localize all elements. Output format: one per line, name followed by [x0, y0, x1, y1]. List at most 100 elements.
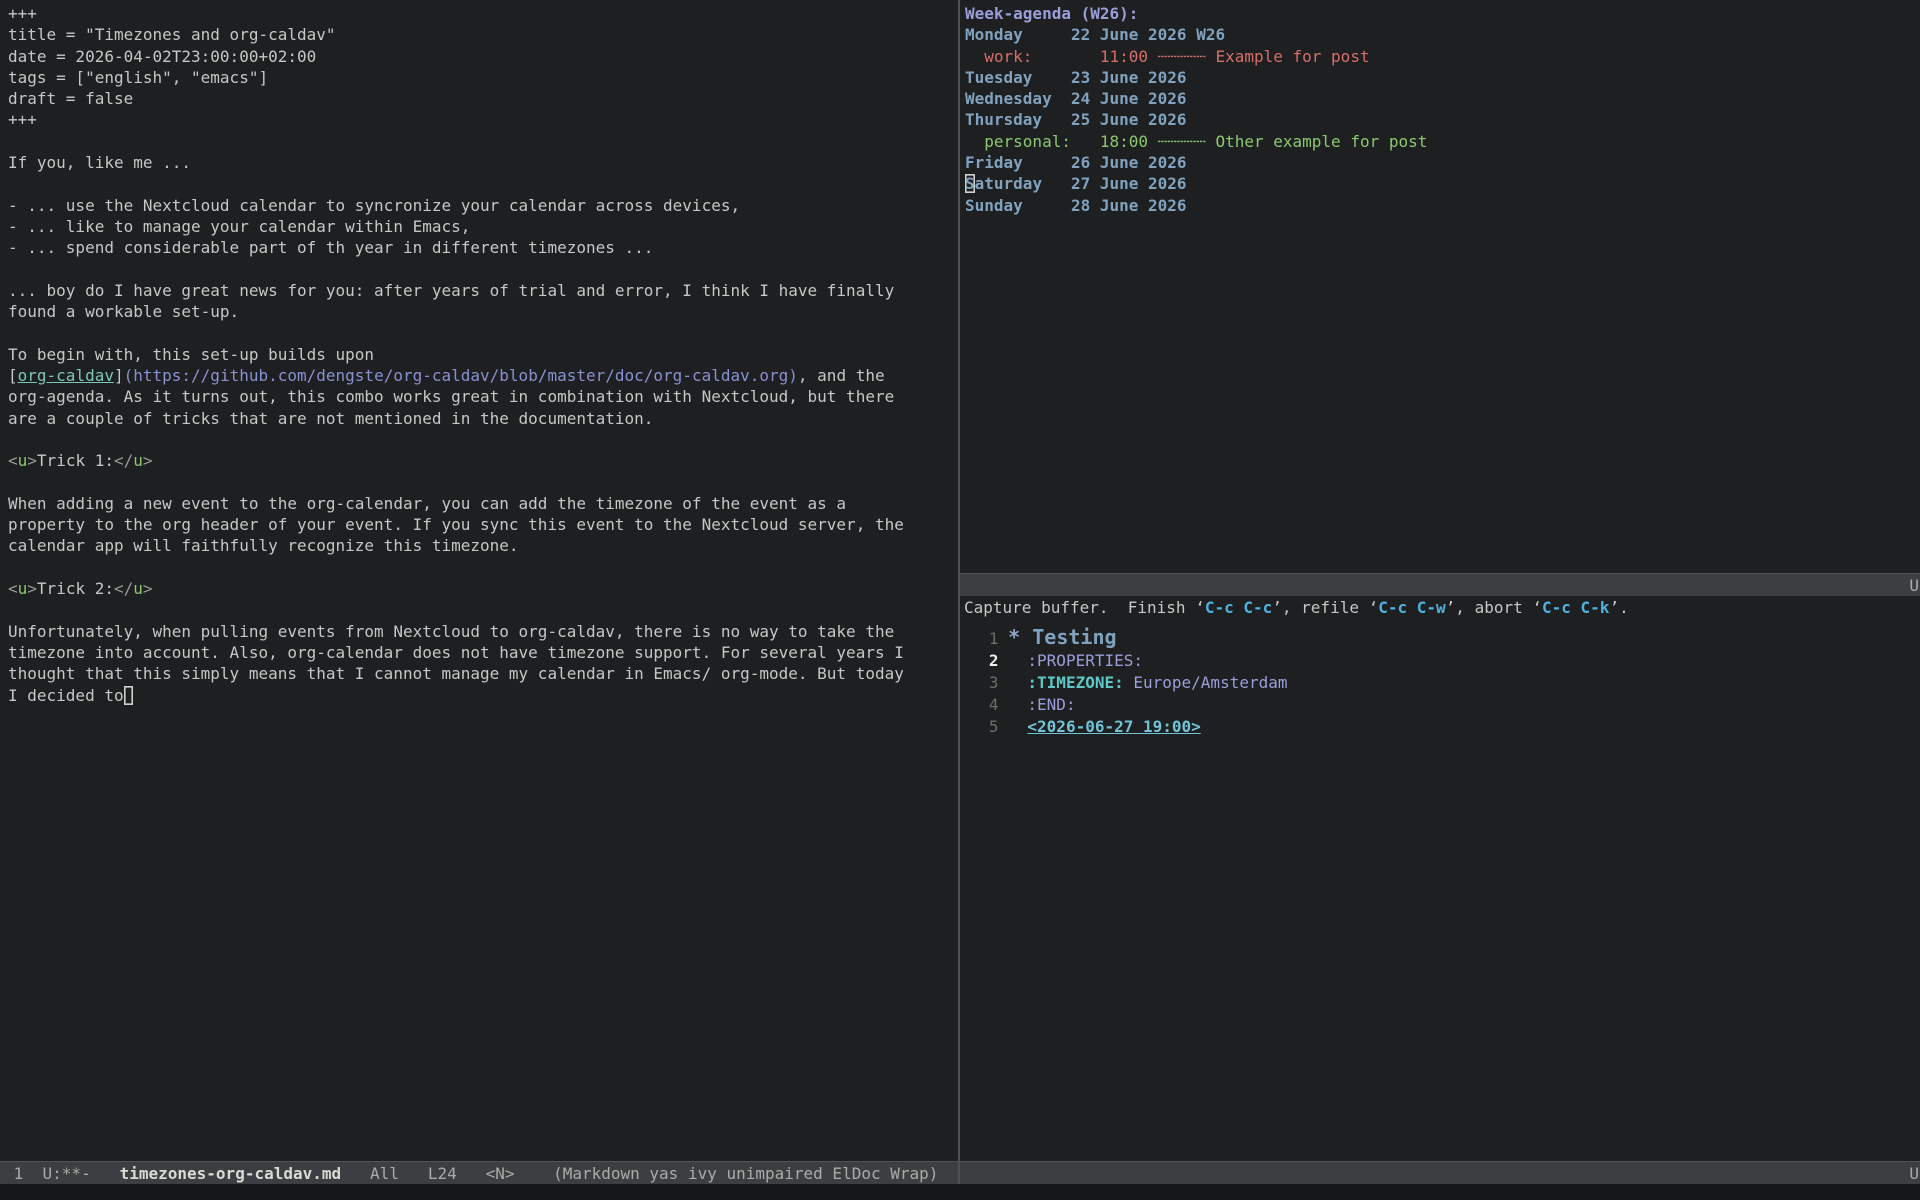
org-agenda-buffer[interactable]: Week-agenda (W26):Monday 22 June 2026 W2… [960, 0, 1920, 573]
buffer-line: Thursday 25 June 2026 [965, 109, 1920, 130]
markdown-modeline[interactable]: 1 U:**- timezones-org-caldav.md All L24 … [0, 1161, 958, 1184]
buffer-line: [org-caldav](https://github.com/dengste/… [8, 365, 958, 386]
buffer-line [8, 557, 958, 578]
text-segment: Europe/Amsterdam [1124, 673, 1288, 692]
buffer-line: ... boy do I have great news for you: af… [8, 280, 958, 301]
buffer-line: If you, like me ... [8, 152, 958, 173]
buffer-line [8, 599, 958, 620]
text-segment: > [143, 451, 153, 470]
text-segment: <2026-06-27 19:00> [1027, 717, 1200, 736]
buffer-line: 4 :END: [960, 694, 1920, 716]
text-segment: - ... spend considerable part of th year… [8, 238, 653, 257]
text-segment: < [8, 451, 18, 470]
buffer-line: thought that this simply means that I ca… [8, 663, 958, 684]
buffer-line: Sunday 28 June 2026 [965, 195, 1920, 216]
capture-modeline[interactable]: 3 U:**- CAPTURE-amor.org All L2 <N> (Org… [960, 1161, 1920, 1184]
text-segment: u [18, 579, 28, 598]
buffer-line: When adding a new event to the org-calen… [8, 493, 958, 514]
text-segment: ’, refile ‘ [1272, 598, 1378, 617]
buffer-line [8, 259, 958, 280]
text-segment: ] [114, 366, 124, 385]
buffer-line: Monday 22 June 2026 W26 [965, 24, 1920, 45]
buffer-line: Tuesday 23 June 2026 [965, 67, 1920, 88]
capture-header-line: Capture buffer. Finish ‘C-c C-c’, refile… [960, 596, 1920, 620]
text-segment: aturday 27 June 2026 [975, 174, 1187, 193]
minibuffer-echo-area[interactable] [0, 1184, 1920, 1200]
text-segment: property to the org header of your event… [8, 515, 904, 534]
buffer-line: 3 :TIMEZONE: Europe/Amsterdam [960, 672, 1920, 694]
markdown-buffer[interactable]: +++title = "Timezones and org-caldav"dat… [0, 0, 958, 1161]
text-segment: +++ [8, 4, 37, 23]
text-segment: :PROPERTIES: [1008, 651, 1143, 670]
text-segment: Unfortunately, when pulling events from … [8, 622, 894, 641]
buffer-line: - ... like to manage your calendar withi… [8, 216, 958, 237]
text-segment: u [18, 451, 28, 470]
text-segment: Trick 1: [37, 451, 114, 470]
buffer-line: Friday 26 June 2026 [965, 152, 1920, 173]
text-segment: - ... like to manage your calendar withi… [8, 217, 470, 236]
text-segment: thought that this simply means that I ca… [8, 664, 904, 683]
buffer-line: Saturday 27 June 2026 [965, 173, 1920, 194]
text-segment: are a couple of tricks that are not ment… [8, 409, 653, 428]
buffer-line: 2 :PROPERTIES: [960, 650, 1920, 672]
text-segment: Sunday 28 June 2026 [965, 196, 1187, 215]
text-segment: All L24 <N> (Markdown yas ivy unimpaired… [341, 1164, 938, 1183]
text-segment: To begin with, this set-up builds upon [8, 345, 374, 364]
line-number: 1 [960, 626, 999, 652]
buffer-line: 1 * Testing [960, 624, 1920, 650]
text-segment [1008, 717, 1027, 736]
buffer-line: property to the org header of your event… [8, 514, 958, 535]
text-segment: timezone into account. Also, org-calenda… [8, 643, 904, 662]
text-segment: Wednesday 24 June 2026 [965, 89, 1187, 108]
buffer-line: org-agenda. As it turns out, this combo … [8, 386, 958, 407]
text-segment: u [133, 579, 143, 598]
buffer-line: draft = false [8, 88, 958, 109]
buffer-line: +++ [8, 109, 958, 130]
buffer-line: found a workable set-up. [8, 301, 958, 322]
agenda-modeline-right: U [1909, 574, 1919, 596]
text-segment: 1 U:**- [4, 1164, 120, 1183]
buffer-line: calendar app will faithfully recognize t… [8, 535, 958, 556]
text-segment: Thursday 25 June 2026 [965, 110, 1187, 129]
text-segment: > [27, 451, 37, 470]
buffer-line: 5 <2026-06-27 19:00> [960, 716, 1920, 738]
capture-buffer[interactable]: 1 * Testing2 :PROPERTIES:3 :TIMEZONE: Eur… [960, 620, 1920, 1161]
text-segment: - ... use the Nextcloud calendar to sync… [8, 196, 740, 215]
text-segment: tags = ["english", "emacs"] [8, 68, 268, 87]
text-segment: Testing [1032, 625, 1116, 649]
buffer-line: <u>Trick 2:</u> [8, 578, 958, 599]
text-segment: </ [114, 451, 133, 470]
text-segment: Tuesday 23 June 2026 [965, 68, 1187, 87]
text-segment: < [8, 579, 18, 598]
buffer-line: timezone into account. Also, org-calenda… [8, 642, 958, 663]
text-segment: C-c C-k [1542, 598, 1609, 617]
text-segment [1008, 673, 1027, 692]
buffer-line: are a couple of tricks that are not ment… [8, 408, 958, 429]
left-window-column: +++title = "Timezones and org-caldav"dat… [0, 0, 960, 1184]
text-segment: date = 2026-04-02T23:00:00+02:00 [8, 47, 316, 66]
capture-modeline-right: U [1909, 1162, 1919, 1184]
buffer-line: <u>Trick 1:</u> [8, 450, 958, 471]
text-segment: +++ [8, 110, 37, 129]
buffer-line: +++ [8, 3, 958, 24]
text-segment: , and the [798, 366, 885, 385]
text-segment: found a workable set-up. [8, 302, 239, 321]
text-segment: personal: 18:00 ┄┄┄┄┄ Other example for … [965, 132, 1427, 151]
buffer-line: Unfortunately, when pulling events from … [8, 621, 958, 642]
buffer-line: - ... spend considerable part of th year… [8, 237, 958, 258]
buffer-line: - ... use the Nextcloud calendar to sync… [8, 195, 958, 216]
agenda-modeline[interactable]: 2 U:%*- *Org Agenda(a)* All L9 <N> (Org-… [960, 573, 1920, 596]
buffer-line [8, 131, 958, 152]
buffer-line: Week-agenda (W26): [965, 3, 1920, 24]
text-segment: [ [8, 366, 18, 385]
buffer-line: work: 11:00 ┄┄┄┄┄ Example for post [965, 46, 1920, 67]
text-segment: (https://github.com/dengste/org-caldav/b… [124, 366, 798, 385]
text-segment: > [143, 579, 153, 598]
buffer-line: Wednesday 24 June 2026 [965, 88, 1920, 109]
buffer-line [8, 322, 958, 343]
text-segment: * [1008, 625, 1032, 649]
text-segment: calendar app will faithfully recognize t… [8, 536, 519, 555]
text-segment: draft = false [8, 89, 133, 108]
text-segment: When adding a new event to the org-calen… [8, 494, 846, 513]
text-cursor: S [965, 174, 975, 193]
